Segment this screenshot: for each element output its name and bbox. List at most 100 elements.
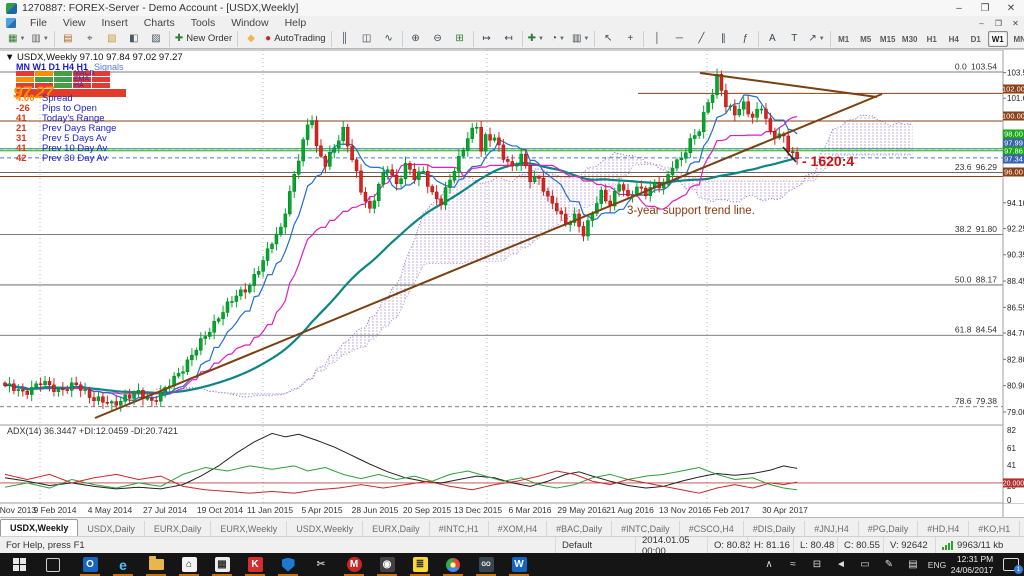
autotrading-button[interactable]: ●AutoTrading: [263, 31, 327, 48]
auto-scroll-button[interactable]: ↦: [477, 31, 497, 48]
tab--dis-daily[interactable]: #DIS,Daily: [744, 521, 806, 537]
chrome-icon[interactable]: [438, 553, 468, 576]
defender-shield-icon[interactable]: [273, 553, 303, 576]
arrows-button[interactable]: ↗▼: [806, 31, 826, 48]
tab-usdx-weekly[interactable]: USDX,Weekly: [0, 519, 78, 537]
tab--t-h4[interactable]: #T,H4: [1020, 521, 1024, 537]
menu-view[interactable]: View: [55, 16, 94, 30]
tab-usdx-weekly[interactable]: USDX,Weekly: [287, 521, 363, 537]
new-order-button[interactable]: ✚New Order: [173, 31, 234, 48]
action-center-button[interactable]: 1: [998, 553, 1024, 576]
market-watch-button[interactable]: ▤: [58, 31, 78, 48]
battery-icon[interactable]: ▭: [854, 553, 876, 576]
menu-file[interactable]: File: [22, 16, 55, 30]
menu-insert[interactable]: Insert: [94, 16, 136, 30]
timeframe-m30[interactable]: M30: [900, 31, 920, 47]
timeframe-m5[interactable]: M5: [856, 31, 876, 47]
navigator-button[interactable]: ▧: [102, 31, 122, 48]
indicators-button[interactable]: ✚▼: [526, 31, 546, 48]
go-app-icon[interactable]: GO: [471, 553, 501, 576]
chevron-up-icon[interactable]: ∧: [758, 553, 780, 576]
store-icon[interactable]: ⌂: [174, 553, 204, 576]
timeframe-h4[interactable]: H4: [944, 31, 964, 47]
snipping-tool-icon[interactable]: ✂: [306, 553, 336, 576]
trendline-annotation[interactable]: 3-year support trend line.: [627, 205, 755, 217]
maximize-button[interactable]: ❐: [972, 0, 998, 16]
cursor-button[interactable]: ↖: [598, 31, 618, 48]
taskbar-clock[interactable]: 12:31 PM24/06/2017: [948, 553, 996, 576]
timeframe-m1[interactable]: M1: [834, 31, 854, 47]
metaeditor-button[interactable]: ◆: [241, 31, 261, 48]
chart-window[interactable]: 0.0 103.5423.6 96.2938.2 91.8050.0 88.17…: [0, 49, 1024, 517]
tab--hd-h4[interactable]: #HD,H4: [918, 521, 969, 537]
notes-icon[interactable]: ≣: [405, 553, 435, 576]
periods-button[interactable]: ◔▼: [548, 31, 568, 48]
edge-icon[interactable]: e: [108, 553, 138, 576]
word-icon[interactable]: W: [504, 553, 534, 576]
mdi-restore-button[interactable]: ❐: [990, 16, 1007, 30]
strategy-tester-button[interactable]: ▨: [146, 31, 166, 48]
horizontal-line-button[interactable]: ─: [669, 31, 689, 48]
crosshair-button[interactable]: +: [620, 31, 640, 48]
tab--jnj-h4[interactable]: #JNJ,H4: [805, 521, 859, 537]
tab--pg-daily[interactable]: #PG,Daily: [859, 521, 919, 537]
text-label-button[interactable]: T: [784, 31, 804, 48]
tab-eurx-weekly[interactable]: EURX,Weekly: [211, 521, 287, 537]
metatrader-icon[interactable]: M: [339, 553, 369, 576]
tab-eurx-daily[interactable]: EURX,Daily: [363, 521, 430, 537]
camera-icon[interactable]: ◉: [372, 553, 402, 576]
menu-help[interactable]: Help: [277, 16, 315, 30]
candlestick-chart-button[interactable]: ◫: [357, 31, 377, 48]
tab-usdx-daily[interactable]: USDX,Daily: [78, 521, 145, 537]
profiles-button[interactable]: ▥▼: [29, 31, 50, 48]
templates-button[interactable]: ▥▼: [570, 31, 591, 48]
menu-tools[interactable]: Tools: [183, 16, 224, 30]
close-button[interactable]: ✕: [998, 0, 1024, 16]
line-chart-button[interactable]: ∿: [379, 31, 399, 48]
start-button[interactable]: [4, 553, 34, 576]
chart-shift-button[interactable]: ↤: [499, 31, 519, 48]
timeframe-mn[interactable]: MN: [1010, 31, 1024, 47]
vertical-line-button[interactable]: │: [647, 31, 667, 48]
terminal-button[interactable]: ◧: [124, 31, 144, 48]
timeframe-w1[interactable]: W1: [988, 31, 1008, 47]
outlook-icon[interactable]: O: [75, 553, 105, 576]
tab-eurx-daily[interactable]: EURX,Daily: [145, 521, 212, 537]
tab--ko-h1[interactable]: #KO,H1: [969, 521, 1020, 537]
text-button[interactable]: A: [762, 31, 782, 48]
chart-window-icon[interactable]: [6, 18, 16, 28]
timeframe-d1[interactable]: D1: [966, 31, 986, 47]
mdi-close-button[interactable]: ✕: [1007, 16, 1024, 30]
language-indicator[interactable]: ENG: [926, 553, 948, 576]
timeframe-h1[interactable]: H1: [922, 31, 942, 47]
task-view-button[interactable]: [38, 553, 68, 576]
display-icon[interactable]: ⊟: [806, 553, 828, 576]
panel-splitter[interactable]: [0, 423, 1003, 426]
mdi-minimize-button[interactable]: –: [973, 16, 990, 30]
data-window-button[interactable]: ⌖: [80, 31, 100, 48]
timeframe-m15[interactable]: M15: [878, 31, 898, 47]
file-explorer-icon[interactable]: [141, 553, 171, 576]
price-annotation[interactable]: - 1620:4: [802, 153, 854, 169]
channel-button[interactable]: ∥: [713, 31, 733, 48]
tile-windows-button[interactable]: ⊞: [450, 31, 470, 48]
volume-icon[interactable]: ◄: [830, 553, 852, 576]
trendline-button[interactable]: ╱: [691, 31, 711, 48]
menu-window[interactable]: Window: [223, 16, 276, 30]
minimize-button[interactable]: –: [946, 0, 972, 16]
zoom-out-button[interactable]: ⊖: [428, 31, 448, 48]
bar-chart-button[interactable]: ║: [335, 31, 355, 48]
tab--intc-h1[interactable]: #INTC,H1: [430, 521, 489, 537]
app-k-icon[interactable]: K: [240, 553, 270, 576]
tab--xom-h4[interactable]: #XOM,H4: [489, 521, 548, 537]
tab--bac-daily[interactable]: #BAC,Daily: [547, 521, 612, 537]
wifi-icon[interactable]: ≈: [782, 553, 804, 576]
new-chart-button[interactable]: ▦▼: [6, 31, 27, 48]
menu-charts[interactable]: Charts: [136, 16, 183, 30]
pen-icon[interactable]: ✎: [878, 553, 900, 576]
keyboard-icon[interactable]: ▤: [902, 553, 924, 576]
price-chart[interactable]: 0.0 103.5423.6 96.2938.2 91.8050.0 88.17…: [0, 49, 1024, 517]
zoom-in-button[interactable]: ⊕: [406, 31, 426, 48]
calculator-icon[interactable]: ▦: [207, 553, 237, 576]
fibonacci-button[interactable]: ƒ: [735, 31, 755, 48]
